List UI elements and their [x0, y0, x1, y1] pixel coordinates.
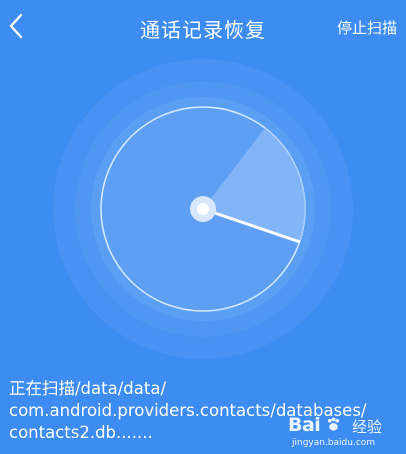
radar-center-dot-icon [197, 203, 209, 215]
watermark-url: jingyan.baidu.com [292, 438, 376, 448]
watermark-brand: Bai [288, 414, 321, 436]
scan-path-line-1: 正在扫描/data/data/ [9, 379, 167, 398]
stop-scan-button[interactable]: 停止扫描 [337, 17, 397, 38]
radar-scanner [53, 59, 353, 359]
watermark-word: 经验 [352, 418, 383, 436]
baidu-jingyan-watermark: Bai 经验 jingyan.baidu.com [288, 414, 400, 452]
top-bar: 通话记录恢复 停止扫描 [0, 0, 406, 54]
paw-icon [327, 417, 340, 431]
